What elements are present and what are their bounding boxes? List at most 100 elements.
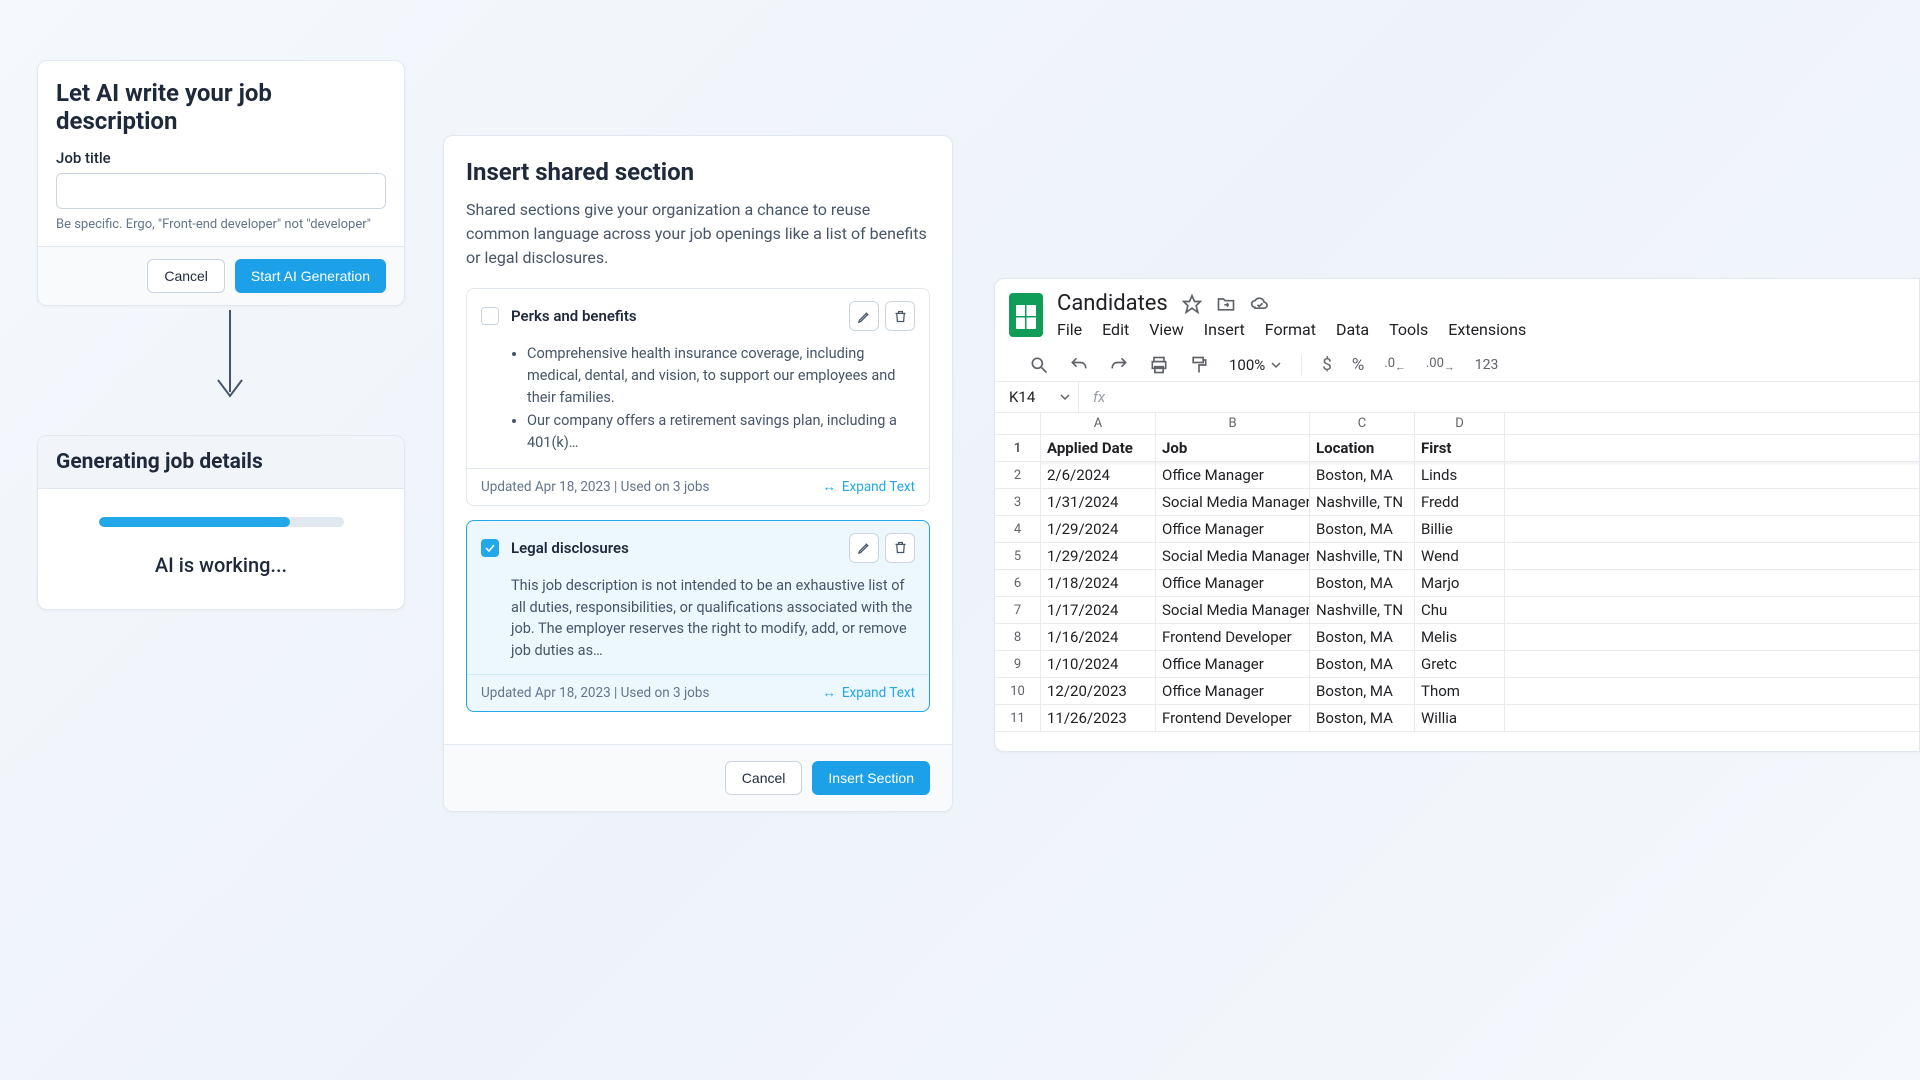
row-number[interactable]: 3 [995, 489, 1041, 515]
star-icon[interactable] [1182, 294, 1202, 314]
cell[interactable]: 1/18/2024 [1041, 570, 1156, 596]
cell[interactable]: 1/29/2024 [1041, 543, 1156, 569]
cell[interactable]: Office Manager [1156, 462, 1310, 488]
menu-data[interactable]: Data [1336, 320, 1369, 339]
cell[interactable]: Wend [1415, 543, 1505, 569]
currency-format-icon[interactable]: $ [1322, 355, 1332, 375]
cell[interactable]: Fredd [1415, 489, 1505, 515]
menu-format[interactable]: Format [1265, 320, 1316, 339]
name-box[interactable]: K14 [995, 382, 1079, 412]
checkbox-perks[interactable] [481, 307, 499, 325]
move-folder-icon[interactable] [1216, 294, 1236, 314]
cancel-button[interactable]: Cancel [147, 259, 225, 293]
cell[interactable]: Boston, MA [1310, 624, 1415, 650]
decrease-decimal-icon[interactable]: .0← [1384, 356, 1406, 374]
trash-icon[interactable] [885, 533, 915, 563]
paint-format-icon[interactable] [1189, 355, 1209, 375]
number-format-icon[interactable]: 123 [1475, 357, 1499, 373]
column-header[interactable]: A [1041, 413, 1156, 434]
row-number[interactable]: 11 [995, 705, 1041, 731]
shared-section-legal[interactable]: Legal disclosures This job description i… [466, 520, 930, 712]
cell[interactable]: Office Manager [1156, 651, 1310, 677]
cell[interactable]: Chu [1415, 597, 1505, 623]
cell[interactable]: Job [1156, 435, 1310, 461]
redo-icon[interactable] [1109, 355, 1129, 375]
cell[interactable]: 12/20/2023 [1041, 678, 1156, 704]
cell[interactable]: Frontend Developer [1156, 705, 1310, 731]
cell[interactable]: Melis [1415, 624, 1505, 650]
row-number[interactable]: 6 [995, 570, 1041, 596]
cell[interactable]: Nashville, TN [1310, 489, 1415, 515]
row-number[interactable]: 10 [995, 678, 1041, 704]
cell[interactable]: Thom [1415, 678, 1505, 704]
edit-icon[interactable] [849, 533, 879, 563]
expand-text-link[interactable]: ↔Expand Text [822, 479, 915, 495]
cell[interactable]: 1/17/2024 [1041, 597, 1156, 623]
column-header[interactable]: D [1415, 413, 1505, 434]
cell[interactable]: Boston, MA [1310, 516, 1415, 542]
trash-icon[interactable] [885, 301, 915, 331]
cell[interactable]: 2/6/2024 [1041, 462, 1156, 488]
percent-format-icon[interactable]: % [1352, 355, 1364, 375]
undo-icon[interactable] [1069, 355, 1089, 375]
insert-section-button[interactable]: Insert Section [812, 761, 930, 795]
menu-insert[interactable]: Insert [1204, 320, 1245, 339]
row-number[interactable]: 7 [995, 597, 1041, 623]
increase-decimal-icon[interactable]: .00→ [1426, 356, 1455, 374]
cell[interactable]: Boston, MA [1310, 570, 1415, 596]
cell[interactable]: Gretc [1415, 651, 1505, 677]
row-number[interactable]: 1 [995, 435, 1041, 461]
expand-text-link[interactable]: ↔Expand Text [822, 685, 915, 701]
cell[interactable]: Nashville, TN [1310, 543, 1415, 569]
checkbox-legal[interactable] [481, 539, 499, 557]
cell[interactable]: Boston, MA [1310, 705, 1415, 731]
menu-file[interactable]: File [1057, 320, 1082, 339]
cancel-button[interactable]: Cancel [725, 761, 803, 795]
job-title-input[interactable] [56, 173, 386, 209]
menu-view[interactable]: View [1149, 320, 1184, 339]
cell[interactable]: First [1415, 435, 1505, 461]
search-icon[interactable] [1029, 355, 1049, 375]
shared-section-perks[interactable]: Perks and benefits Comprehensive health … [466, 288, 930, 506]
cell[interactable]: Social Media Manager [1156, 489, 1310, 515]
cell[interactable]: Boston, MA [1310, 678, 1415, 704]
cell[interactable]: Frontend Developer [1156, 624, 1310, 650]
spreadsheet-grid[interactable]: A B C D 1 Applied Date Job Location Firs… [995, 413, 1919, 732]
print-icon[interactable] [1149, 355, 1169, 375]
cell[interactable]: Nashville, TN [1310, 597, 1415, 623]
cell[interactable]: Boston, MA [1310, 462, 1415, 488]
cell[interactable]: 1/10/2024 [1041, 651, 1156, 677]
cell[interactable]: Office Manager [1156, 570, 1310, 596]
cell[interactable]: Applied Date [1041, 435, 1156, 461]
cell[interactable]: Location [1310, 435, 1415, 461]
menu-edit[interactable]: Edit [1102, 320, 1129, 339]
menu-tools[interactable]: Tools [1389, 320, 1428, 339]
cell[interactable]: Office Manager [1156, 516, 1310, 542]
cell[interactable]: Social Media Manager [1156, 543, 1310, 569]
cell[interactable]: Boston, MA [1310, 651, 1415, 677]
cell[interactable]: 1/31/2024 [1041, 489, 1156, 515]
row-number[interactable]: 4 [995, 516, 1041, 542]
cell[interactable]: Social Media Manager [1156, 597, 1310, 623]
zoom-dropdown[interactable]: 100% [1229, 356, 1281, 374]
cell[interactable]: Office Manager [1156, 678, 1310, 704]
cell[interactable]: 1/29/2024 [1041, 516, 1156, 542]
cloud-saved-icon[interactable] [1250, 294, 1270, 314]
select-all-corner[interactable] [995, 413, 1041, 434]
cell[interactable]: Willia [1415, 705, 1505, 731]
cell[interactable]: Linds [1415, 462, 1505, 488]
menu-extensions[interactable]: Extensions [1448, 320, 1526, 339]
row-number[interactable]: 5 [995, 543, 1041, 569]
start-ai-generation-button[interactable]: Start AI Generation [235, 259, 386, 293]
column-header[interactable]: C [1310, 413, 1415, 434]
cell[interactable]: Billie [1415, 516, 1505, 542]
cell[interactable]: 1/16/2024 [1041, 624, 1156, 650]
edit-icon[interactable] [849, 301, 879, 331]
column-header[interactable]: B [1156, 413, 1310, 434]
cell[interactable]: Marjo [1415, 570, 1505, 596]
cell[interactable]: 11/26/2023 [1041, 705, 1156, 731]
document-name[interactable]: Candidates [1057, 291, 1168, 316]
row-number[interactable]: 8 [995, 624, 1041, 650]
row-number[interactable]: 9 [995, 651, 1041, 677]
row-number[interactable]: 2 [995, 462, 1041, 488]
